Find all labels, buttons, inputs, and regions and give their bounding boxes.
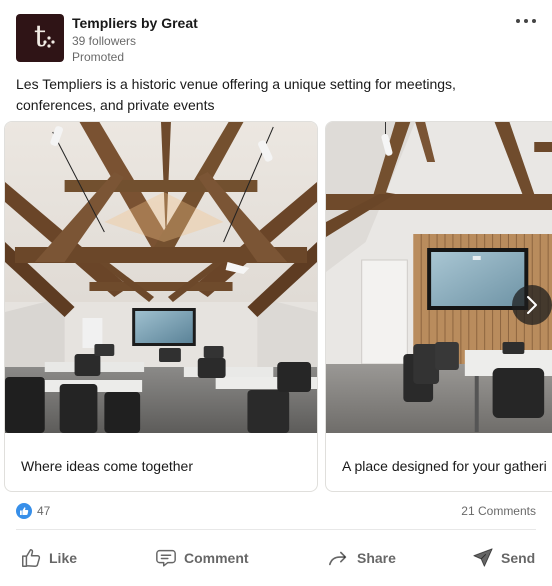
card-title[interactable]: A place designed for your gatheri (342, 458, 547, 474)
promoted-label: Promoted (72, 50, 125, 64)
more-icon-dot (524, 19, 528, 23)
share-arrow-icon (329, 551, 347, 566)
more-icon-dot (516, 19, 520, 23)
social-actions-bar: Like Comment Share Send (0, 538, 552, 578)
share-label: Share (357, 550, 396, 566)
send-button[interactable]: Send (472, 538, 535, 578)
like-button[interactable]: Like (20, 538, 77, 578)
followers-count: 39 followers (72, 34, 137, 48)
image-carousel[interactable]: Where ideas come together A place design… (0, 120, 552, 494)
comments-count[interactable]: 21 Comments (461, 504, 536, 518)
reactions-count: 47 (37, 504, 51, 518)
post-commentary: Les Templiers is a historic venue offeri… (16, 76, 456, 113)
carousel-next-button[interactable] (512, 285, 552, 325)
company-logo[interactable]: t (16, 14, 64, 62)
sponsored-post: t Templiers by Great 39 followers Promot… (0, 0, 552, 586)
thumbs-up-icon (22, 549, 41, 567)
venue-photo-meeting-room (326, 122, 552, 433)
comment-icon (156, 549, 176, 567)
venue-photo-attic-conference (5, 122, 317, 433)
more-icon-dot (532, 19, 536, 23)
reactions-count-button[interactable]: 47 (16, 503, 50, 519)
like-reaction-icon (16, 503, 32, 519)
share-button[interactable]: Share (328, 538, 396, 578)
more-options-button[interactable] (512, 12, 540, 30)
company-name[interactable]: Templiers by Great (72, 15, 198, 31)
chevron-right-icon (527, 296, 537, 314)
comment-label: Comment (184, 550, 249, 566)
like-label: Like (49, 550, 78, 566)
comment-button[interactable]: Comment (155, 538, 249, 578)
carousel-card[interactable]: Where ideas come together (4, 121, 318, 492)
divider (16, 529, 536, 530)
logo-dots-icon (43, 36, 55, 48)
send-icon (473, 548, 493, 567)
send-label: Send (501, 550, 536, 566)
card-title[interactable]: Where ideas come together (21, 458, 193, 474)
